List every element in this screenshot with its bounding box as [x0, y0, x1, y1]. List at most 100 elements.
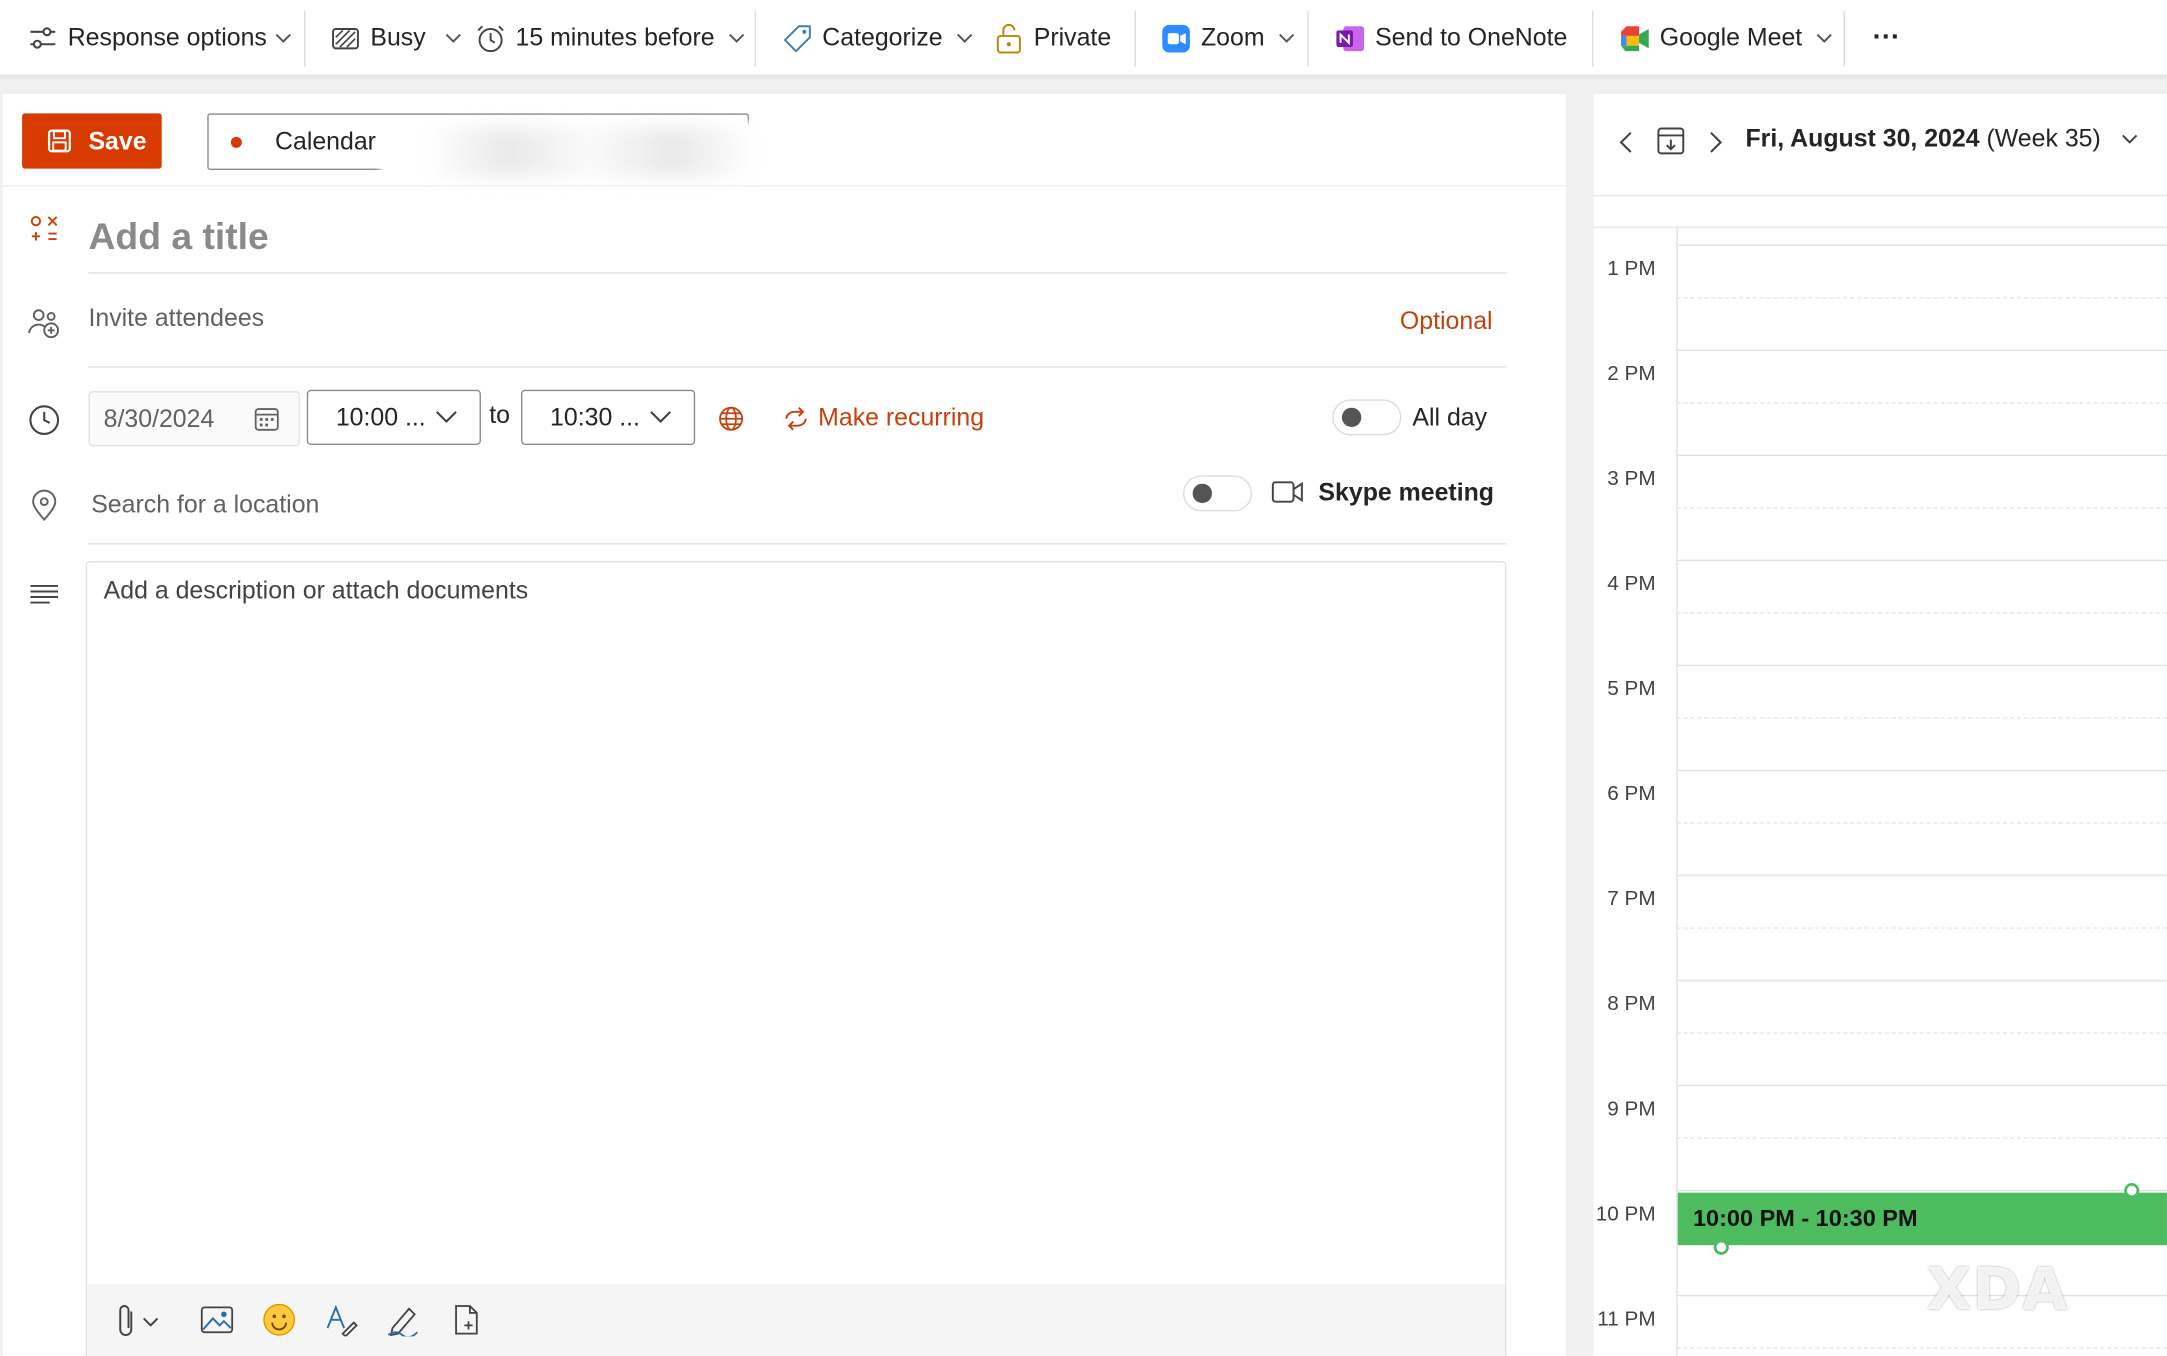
chevron-down-icon	[957, 33, 973, 43]
start-time-dropdown[interactable]: 10:00 ...	[306, 389, 481, 446]
pen-icon	[387, 1307, 418, 1339]
half-hour-line	[1676, 822, 2167, 824]
go-to-today-icon[interactable]	[1656, 126, 1686, 156]
hour-line	[1676, 349, 2167, 352]
hour-label: 11 PM	[1597, 1307, 1656, 1331]
more-options-button[interactable]: ···	[1873, 0, 1901, 76]
globe-icon[interactable]	[717, 405, 745, 433]
location-placeholder: Search for a location	[91, 490, 320, 519]
text-lines-icon	[30, 585, 59, 604]
hour-line	[1676, 664, 2167, 667]
google-meet-icon	[1621, 25, 1649, 51]
hour-label: 7 PM	[1607, 887, 1656, 911]
calendar-color-dot	[230, 136, 242, 148]
description-placeholder: Add a description or attach documents	[103, 576, 529, 604]
text-format-icon	[326, 1304, 358, 1338]
sliders-icon	[30, 26, 56, 49]
more-insert-button[interactable]	[451, 1303, 484, 1343]
save-icon	[47, 129, 71, 153]
zoom-icon	[1162, 24, 1190, 52]
date-heading[interactable]: Fri, August 30, 2024 (Week 35)	[1745, 124, 2138, 153]
all-day-strip	[1593, 226, 2167, 229]
chevron-down-icon	[729, 33, 745, 43]
emoji-button[interactable]	[263, 1303, 296, 1343]
half-hour-line	[1676, 1137, 2167, 1139]
categorize-label: Categorize	[822, 23, 943, 52]
more-icon: ···	[1872, 22, 1901, 53]
insert-picture-button[interactable]	[200, 1303, 234, 1343]
calendar-label: Calendar	[275, 127, 376, 155]
to-label: to	[489, 400, 510, 429]
chevron-right-icon[interactable]	[1707, 131, 1724, 153]
hour-label: 2 PM	[1607, 362, 1656, 386]
attach-button[interactable]	[115, 1303, 176, 1346]
description-editor[interactable]: Add a description or attach documents	[85, 561, 1507, 1356]
location-pin-icon	[32, 489, 57, 522]
time-gutter-line	[1676, 228, 1678, 1356]
signature-button[interactable]	[387, 1303, 420, 1343]
send-to-onenote-button[interactable]: Send to OneNote	[1335, 0, 1567, 76]
half-hour-line	[1676, 612, 2167, 614]
private-button[interactable]: Private	[995, 0, 1111, 76]
reminder-label: 15 minutes before	[515, 23, 715, 52]
all-day-toggle[interactable]	[1332, 399, 1402, 436]
hour-label: 5 PM	[1607, 677, 1656, 701]
show-as-button[interactable]: Busy	[332, 0, 462, 76]
picture-icon	[200, 1306, 234, 1334]
save-label: Save	[88, 126, 147, 155]
resize-handle-top[interactable]	[2124, 1182, 2140, 1199]
onenote-label: Send to OneNote	[1375, 23, 1568, 52]
date-heading-week: (Week 35)	[1979, 124, 2101, 153]
save-button[interactable]: Save	[22, 113, 162, 169]
day-view-panel: Fri, August 30, 2024 (Week 35) 1 PM 2 PM…	[1593, 93, 2167, 1356]
hour-label: 8 PM	[1607, 992, 1656, 1016]
attendees-field[interactable]: Invite attendees Optional	[88, 296, 1507, 368]
zoom-button[interactable]: Zoom	[1161, 0, 1295, 76]
reminder-button[interactable]: 15 minutes before	[475, 0, 745, 76]
end-time-dropdown[interactable]: 10:30 ...	[521, 389, 696, 446]
hour-line	[1676, 874, 2167, 877]
lock-icon	[996, 23, 1021, 53]
half-hour-line	[1676, 507, 2167, 509]
calendar-icon[interactable]	[254, 406, 279, 431]
date-picker[interactable]: 8/30/2024	[88, 391, 300, 447]
half-hour-line	[1676, 1347, 2167, 1349]
chevron-down-icon	[1816, 33, 1832, 43]
tag-icon	[784, 24, 811, 52]
hour-line	[1676, 1189, 2167, 1192]
half-hour-line	[1676, 1032, 2167, 1034]
document-add-icon	[455, 1305, 478, 1335]
alarm-clock-icon	[477, 24, 504, 52]
resize-handle-bottom[interactable]	[1713, 1239, 1729, 1255]
chevron-down-icon	[1279, 33, 1295, 43]
hour-label: 6 PM	[1607, 782, 1656, 806]
optional-attendees-link[interactable]: Optional	[1400, 307, 1493, 336]
hour-line	[1676, 1084, 2167, 1087]
half-hour-line	[1676, 402, 2167, 404]
start-time-value: 10:00 ...	[335, 402, 426, 431]
onenote-icon	[1336, 25, 1365, 51]
categorize-button[interactable]: Categorize	[782, 0, 973, 76]
busy-icon	[332, 27, 359, 49]
chevron-left-icon[interactable]	[1618, 131, 1635, 153]
google-meet-button[interactable]: Google Meet	[1620, 0, 1833, 76]
format-text-button[interactable]	[325, 1303, 358, 1343]
make-recurring-button[interactable]: Make recurring	[782, 404, 984, 433]
google-meet-label: Google Meet	[1659, 23, 1803, 52]
skype-meeting-toggle[interactable]	[1182, 475, 1253, 512]
private-label: Private	[1033, 23, 1112, 52]
skype-meeting-label: Skype meeting	[1318, 478, 1495, 506]
hour-label: 4 PM	[1607, 572, 1656, 596]
hour-line	[1676, 769, 2167, 772]
draft-event-block[interactable]: 10:00 PM - 10:30 PM	[1677, 1182, 2167, 1255]
half-hour-line	[1676, 297, 2167, 299]
command-bar: Response options Busy 15 minutes before …	[0, 0, 2167, 77]
title-input[interactable]	[88, 201, 1507, 274]
toggle-knob	[1341, 407, 1362, 428]
end-time-value: 10:30 ...	[550, 402, 640, 431]
title-shapes-icon	[30, 216, 58, 241]
zoom-label: Zoom	[1200, 23, 1265, 52]
chevron-down-icon	[445, 33, 461, 43]
repeat-icon	[785, 406, 807, 430]
response-options-button[interactable]: Response options	[28, 0, 292, 76]
